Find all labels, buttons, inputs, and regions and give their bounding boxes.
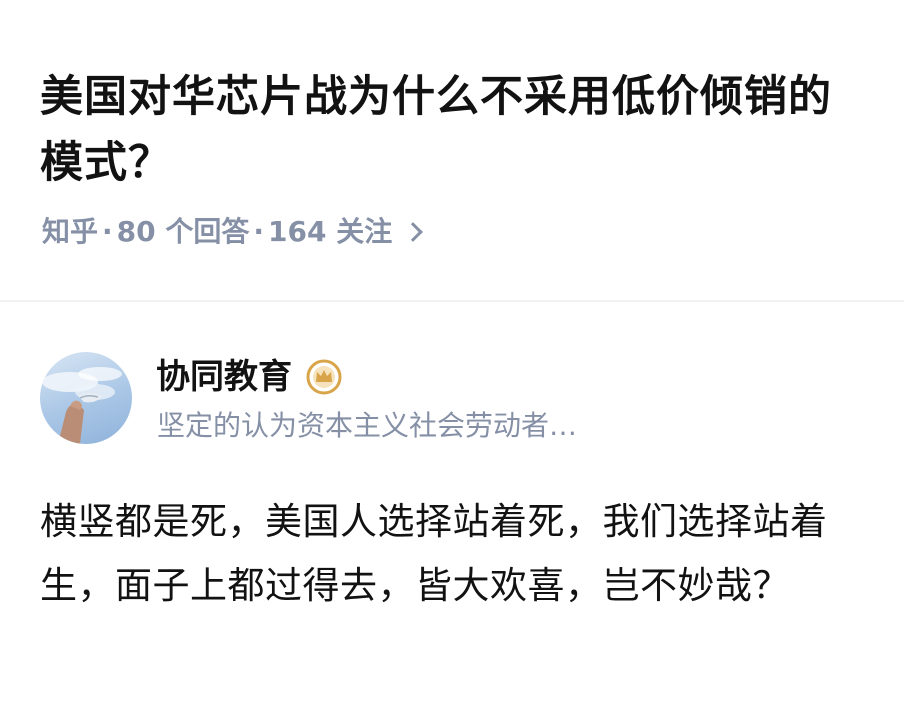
- chevron-right-icon: [403, 222, 424, 242]
- author-name[interactable]: 协同教育: [156, 354, 342, 400]
- answer-body[interactable]: 横竖都是死，美国人选择站着死，我们选择站着生，面子上都过得去，皆大欢喜，岂不妙哉…: [40, 490, 870, 618]
- avatar-image: [42, 367, 122, 444]
- crown-badge-icon: [306, 359, 342, 395]
- author-bio: 坚定的认为资本主义社会劳动者…: [157, 409, 578, 442]
- question-meta[interactable]: 知乎 · 80 个回答 · 164 关注: [42, 212, 424, 252]
- avatar[interactable]: [40, 352, 132, 444]
- meta-separator: ·: [102, 215, 113, 248]
- author-name-text: 协同教育: [156, 357, 292, 397]
- question-title[interactable]: 美国对华芯片战为什么不采用低价倾销的模式？: [40, 64, 870, 196]
- divider: [0, 300, 904, 302]
- meta-answer-count: 80 个回答: [116, 215, 250, 248]
- meta-separator: ·: [253, 215, 265, 248]
- meta-source: 知乎: [42, 215, 99, 248]
- meta-follower-count: 164 关注: [268, 215, 393, 248]
